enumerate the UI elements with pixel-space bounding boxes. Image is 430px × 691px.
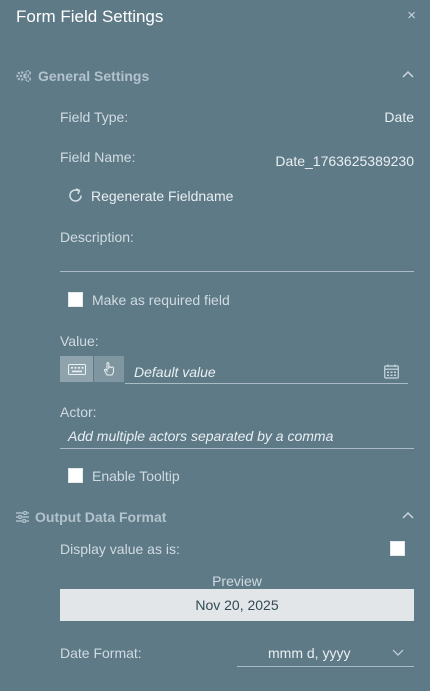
close-icon[interactable]: × bbox=[407, 7, 416, 24]
actor-label: Actor: bbox=[60, 404, 97, 420]
keyboard-input-toggle[interactable] bbox=[60, 356, 93, 382]
preview-label: Preview bbox=[212, 573, 262, 589]
output-data-format-header[interactable]: Output Data Format bbox=[35, 509, 166, 525]
hand-pointer-icon bbox=[103, 362, 114, 376]
tooltip-label: Enable Tooltip bbox=[92, 468, 180, 484]
date-format-label: Date Format: bbox=[60, 645, 142, 661]
date-format-value: mmm d, yyyy bbox=[268, 645, 351, 661]
actor-fill-toggle[interactable] bbox=[94, 356, 124, 382]
description-input[interactable] bbox=[60, 248, 414, 270]
value-label: Value: bbox=[60, 333, 99, 349]
date-format-select[interactable]: mmm d, yyyy bbox=[237, 638, 414, 666]
description-label: Description: bbox=[60, 229, 134, 245]
gears-icon bbox=[16, 69, 32, 83]
tooltip-checkbox[interactable] bbox=[68, 468, 83, 483]
field-name-value: Date_1763625389230 bbox=[275, 153, 414, 169]
refresh-icon[interactable] bbox=[67, 187, 84, 204]
sliders-icon bbox=[16, 511, 29, 523]
default-value-input[interactable]: Default value bbox=[134, 364, 216, 380]
panel-title: Form Field Settings bbox=[16, 7, 164, 26]
preview-value: Nov 20, 2025 bbox=[60, 589, 414, 621]
collapse-output-chevron-up-icon[interactable] bbox=[402, 511, 414, 519]
collapse-general-chevron-up-icon[interactable] bbox=[402, 70, 414, 78]
display-as-is-label: Display value as is: bbox=[60, 541, 180, 557]
date-format-underline bbox=[237, 666, 414, 667]
calendar-icon[interactable] bbox=[384, 364, 399, 379]
display-as-is-checkbox[interactable] bbox=[390, 541, 405, 556]
field-name-label: Field Name: bbox=[60, 149, 136, 165]
required-label: Make as required field bbox=[92, 292, 230, 308]
required-checkbox[interactable] bbox=[68, 292, 83, 307]
actor-underline bbox=[60, 448, 414, 449]
general-settings-header[interactable]: General Settings bbox=[38, 68, 149, 84]
regenerate-fieldname-button[interactable]: Regenerate Fieldname bbox=[91, 188, 233, 204]
actor-input[interactable]: Add multiple actors separated by a comma bbox=[68, 428, 333, 444]
description-underline bbox=[60, 271, 414, 272]
keyboard-icon bbox=[67, 363, 86, 375]
general-settings-icon bbox=[16, 69, 32, 83]
field-type-label: Field Type: bbox=[60, 109, 129, 125]
field-type-value: Date bbox=[384, 109, 414, 125]
chevron-down-icon bbox=[392, 649, 404, 656]
default-value-underline bbox=[125, 383, 408, 384]
